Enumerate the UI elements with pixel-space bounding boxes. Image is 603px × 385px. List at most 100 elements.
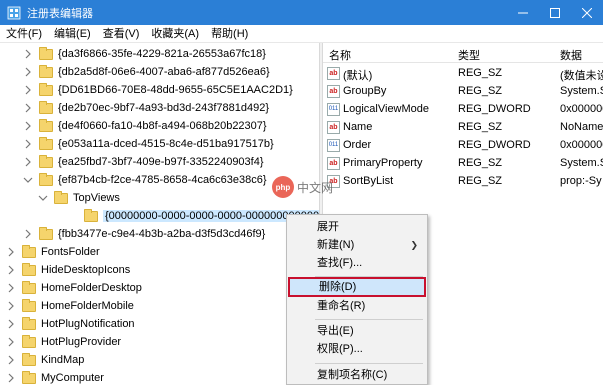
tree-item-label: {de4f0660-fa10-4b8f-a494-068b20b22307} <box>58 120 267 132</box>
expand-chevron-icon[interactable] <box>6 373 16 383</box>
menu-item-delete[interactable]: 删除(D) <box>288 277 426 297</box>
tree-item[interactable]: HotPlugProvider <box>6 333 121 351</box>
expand-chevron-icon[interactable] <box>23 139 33 149</box>
expand-chevron-icon[interactable] <box>23 229 33 239</box>
column-header-type[interactable]: 类型 <box>458 47 480 63</box>
menu-help[interactable]: 帮助(H) <box>205 25 254 43</box>
table-row[interactable]: 011 LogicalViewMode REG_DWORD 0x000000 <box>323 101 603 119</box>
tree-item[interactable]: KindMap <box>6 351 84 369</box>
table-row[interactable]: ab PrimaryProperty REG_SZ System.S <box>323 155 603 173</box>
menu-file[interactable]: 文件(F) <box>0 25 48 43</box>
tree-item[interactable]: HotPlugNotification <box>6 315 135 333</box>
regedit-app-icon <box>7 6 21 19</box>
tree-item[interactable]: {da3f6866-35fe-4229-821a-26553a67fc18} <box>23 45 266 63</box>
folder-icon <box>22 262 36 276</box>
context-menu: 展开 新建(N) ❯ 查找(F)... 删除(D) 重命名(R) 导出(E) 权限… <box>286 214 428 385</box>
collapse-chevron-icon[interactable] <box>38 193 48 203</box>
tree-item-label: MyComputer <box>41 372 104 384</box>
maximize-button[interactable] <box>539 0 571 25</box>
tree-item-selected[interactable]: {00000000-0000-0000-0000-000000000000} <box>68 207 319 225</box>
string-value-icon: ab <box>327 157 340 170</box>
tree-item[interactable]: HomeFolderMobile <box>6 297 134 315</box>
table-row[interactable]: ab SortByList REG_SZ prop:-Sy <box>323 173 603 191</box>
menu-edit[interactable]: 编辑(E) <box>48 25 97 43</box>
expand-chevron-icon[interactable] <box>6 355 16 365</box>
folder-icon <box>22 370 36 384</box>
value-name: GroupBy <box>343 85 387 97</box>
value-data: System.S <box>560 157 603 169</box>
tree-item-label: KindMap <box>41 354 85 366</box>
folder-icon <box>39 118 53 132</box>
table-row[interactable]: ab GroupBy REG_SZ System.S <box>323 83 603 101</box>
menu-view[interactable]: 查看(V) <box>97 25 146 43</box>
menu-item-rename[interactable]: 重命名(R) <box>288 296 426 316</box>
tree-item[interactable]: HideDesktopIcons <box>6 261 130 279</box>
tree-item-label: {db2a5d8f-06e6-4007-aba6-af877d526ea6} <box>58 66 270 78</box>
expand-chevron-icon[interactable] <box>23 67 33 77</box>
tree-item[interactable]: {e053a11a-dced-4515-8c4e-d51ba917517b} <box>23 135 274 153</box>
table-row[interactable]: ab Name REG_SZ NoName <box>323 119 603 137</box>
table-row[interactable]: 011 Order REG_DWORD 0x000000 <box>323 137 603 155</box>
folder-icon <box>22 298 36 312</box>
value-name: LogicalViewMode <box>343 103 430 115</box>
folder-icon <box>22 244 36 258</box>
expand-chevron-icon[interactable] <box>23 103 33 113</box>
tree-item-label: {de2b70ec-9bf7-4a93-bd3d-243f7881d492} <box>58 102 270 114</box>
tree-item[interactable]: HomeFolderDesktop <box>6 279 142 297</box>
expand-chevron-icon[interactable] <box>6 247 16 257</box>
expand-chevron-icon[interactable] <box>23 49 33 59</box>
value-data: NoName <box>560 121 603 133</box>
expand-chevron-icon[interactable] <box>23 121 33 131</box>
expand-chevron-icon[interactable] <box>6 265 16 275</box>
tree-item[interactable]: TopViews <box>38 189 120 207</box>
menu-item-expand[interactable]: 展开 <box>288 217 426 237</box>
tree-item-label: FontsFolder <box>41 246 100 258</box>
expand-chevron-icon[interactable] <box>6 319 16 329</box>
expand-chevron-icon[interactable] <box>6 283 16 293</box>
minimize-button[interactable] <box>507 0 539 25</box>
tree-item-label: {ea25fbd7-3bf7-409e-b97f-3352240903f4} <box>58 156 264 168</box>
tree-item[interactable]: {DD61BD66-70E8-48dd-9655-65C5E1AAC2D1} <box>23 81 293 99</box>
value-name: Order <box>343 139 372 151</box>
tree-item-label: {da3f6866-35fe-4229-821a-26553a67fc18} <box>58 48 266 60</box>
tree-item-label: {DD61BD66-70E8-48dd-9655-65C5E1AAC2D1} <box>58 84 293 96</box>
tree-item[interactable]: {fbb3477e-c9e4-4b3b-a2ba-d3f5d3cd46f9} <box>23 225 265 243</box>
expand-chevron-icon[interactable] <box>6 301 16 311</box>
menu-item-export[interactable]: 导出(E) <box>288 321 426 341</box>
list-header: 名称 类型 数据 <box>323 43 603 63</box>
menu-favorites[interactable]: 收藏夹(A) <box>145 25 205 43</box>
expand-chevron-icon[interactable] <box>6 337 16 347</box>
tree-item-label: TopViews <box>73 192 120 204</box>
maximize-icon <box>550 7 560 18</box>
tree-item[interactable]: {ea25fbd7-3bf7-409e-b97f-3352240903f4} <box>23 153 264 171</box>
table-row[interactable]: ab (默认) REG_SZ (数值未设 <box>323 65 603 83</box>
menu-item-new[interactable]: 新建(N) ❯ <box>288 235 426 255</box>
column-header-name[interactable]: 名称 <box>329 47 351 63</box>
tree-item[interactable]: {de2b70ec-9bf7-4a93-bd3d-243f7881d492} <box>23 99 269 117</box>
dword-value-icon: 011 <box>327 103 340 116</box>
close-button[interactable] <box>571 0 603 25</box>
expand-chevron-icon[interactable] <box>23 85 33 95</box>
tree-item[interactable]: {de4f0660-fa10-4b8f-a494-068b20b22307} <box>23 117 267 135</box>
column-header-data[interactable]: 数据 <box>560 47 582 63</box>
menu-bar: 文件(F) 编辑(E) 查看(V) 收藏夹(A) 帮助(H) <box>0 25 603 43</box>
menu-item-permissions[interactable]: 权限(P)... <box>288 339 426 359</box>
folder-icon <box>22 316 36 330</box>
folder-icon <box>22 352 36 366</box>
value-type: REG_DWORD <box>458 139 531 151</box>
menu-item-copy-key-name[interactable]: 复制项名称(C) <box>288 365 426 385</box>
folder-icon <box>39 82 53 96</box>
folder-icon <box>84 208 98 222</box>
collapse-chevron-icon[interactable] <box>23 175 33 185</box>
folder-icon <box>39 172 53 186</box>
tree-item-label: {fbb3477e-c9e4-4b3b-a2ba-d3f5d3cd46f9} <box>58 228 266 240</box>
tree-item[interactable]: MyComputer <box>6 369 104 385</box>
tree-item[interactable]: {ef87b4cb-f2ce-4785-8658-4ca6c63e38c6} <box>23 171 267 189</box>
expand-chevron-icon[interactable] <box>23 157 33 167</box>
tree-item[interactable]: FontsFolder <box>6 243 100 261</box>
value-data: prop:-Sy <box>560 175 602 187</box>
tree-item[interactable]: {db2a5d8f-06e6-4007-aba6-af877d526ea6} <box>23 63 270 81</box>
folder-icon <box>39 136 53 150</box>
menu-item-find[interactable]: 查找(F)... <box>288 253 426 273</box>
